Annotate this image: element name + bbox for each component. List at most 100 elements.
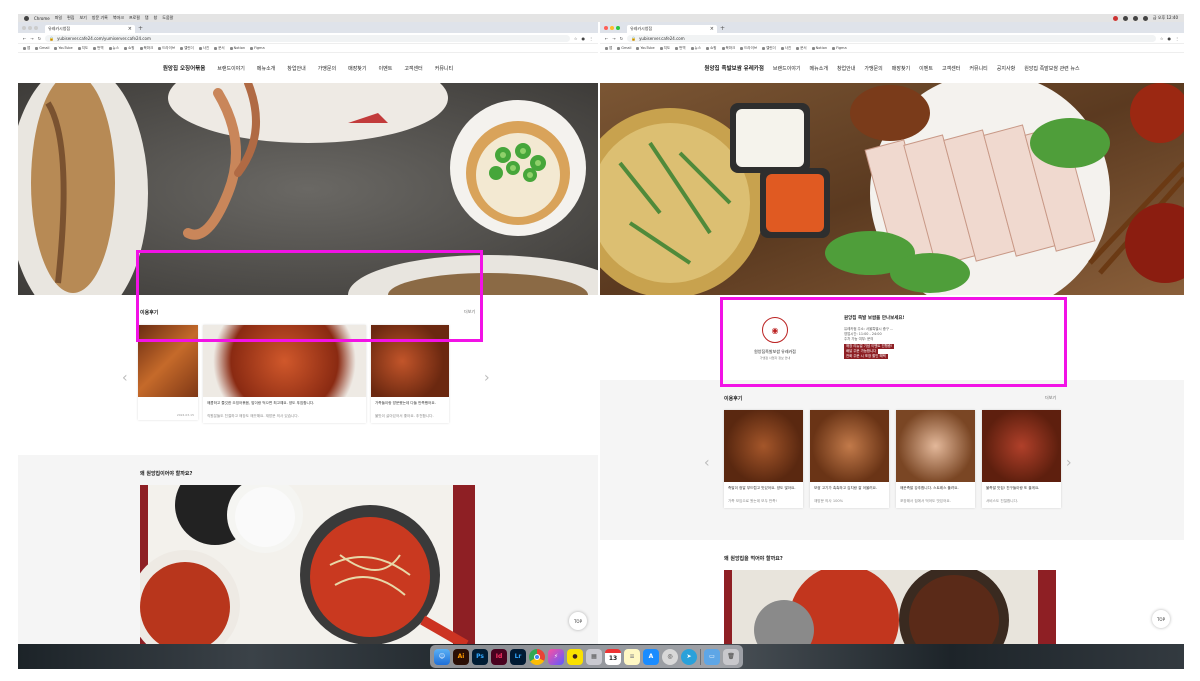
bookmark-item[interactable]: Figma (250, 46, 265, 50)
bookmark-item[interactable]: 쇼핑 (124, 46, 135, 51)
calendar-icon[interactable]: 13 (605, 648, 621, 665)
trash-icon[interactable]: 🗑 (723, 648, 739, 665)
menu-help[interactable]: 도움말 (162, 15, 173, 21)
address-bar[interactable]: 🔒 yubiserver.cafe24.com (627, 34, 1156, 42)
menu-edit[interactable]: 편집 (67, 15, 74, 21)
zoom-window-button[interactable] (616, 25, 620, 30)
scroll-top-button[interactable]: TOP (569, 612, 587, 630)
bookmark-item[interactable]: 드라이브 (158, 46, 175, 51)
bookmark-item[interactable]: 캘린더 (180, 46, 194, 51)
new-tab-button[interactable]: + (720, 25, 725, 33)
menu-bookmarks[interactable]: 북마크 (113, 15, 124, 21)
folder-icon[interactable]: ▭ (704, 648, 720, 665)
profile-icon[interactable]: ● (1168, 36, 1172, 41)
bookmark-item[interactable]: 캘린더 (762, 46, 776, 51)
nav-item[interactable]: 고객센터 (404, 65, 422, 72)
browser-tab[interactable]: 유레카시청점 × (627, 25, 717, 33)
nav-item[interactable]: 이벤트 (379, 65, 393, 72)
review-card[interactable]: 보쌈 고기가 촉촉하고 김치랑 잘 어울려요. 재방문 의사 100% (810, 410, 889, 508)
carousel-prev-icon[interactable]: ‹ (122, 371, 128, 385)
back-icon[interactable]: ← (605, 36, 608, 41)
bookmark-item[interactable]: YouTube (636, 46, 655, 50)
shortcuts-icon[interactable]: ⚡ (548, 648, 564, 665)
search-icon[interactable] (1142, 15, 1148, 21)
forward-icon[interactable]: → (612, 36, 615, 41)
address-bar[interactable]: 🔒 yubiserver.cafe24.com/yumiserver.cafe2… (45, 34, 570, 42)
menu-history[interactable]: 방문 기록 (92, 15, 108, 21)
browser-tab[interactable]: 유레카시청점 × (45, 25, 135, 33)
carousel-next-icon[interactable]: › (484, 371, 490, 385)
status-icon[interactable] (1112, 15, 1118, 21)
nav-item[interactable]: 고객센터 (942, 65, 960, 72)
bookmark-star-icon[interactable]: ☆ (574, 36, 578, 41)
forward-icon[interactable]: → (30, 36, 33, 41)
nav-item[interactable]: 커뮤니티 (969, 65, 987, 72)
menu-profile[interactable]: 프로필 (129, 15, 140, 21)
bookmark-item[interactable]: 문서 (796, 46, 807, 51)
nav-item[interactable]: 가맹문의 (864, 65, 882, 72)
kakaotalk-icon[interactable]: ● (567, 648, 583, 665)
nav-item[interactable]: 메뉴소개 (810, 65, 828, 72)
finder-icon[interactable]: ☺ (434, 648, 450, 665)
bookmark-item[interactable]: Gmail (617, 46, 631, 50)
menu-kebab-icon[interactable]: ⋮ (589, 36, 593, 41)
menu-app[interactable]: Chrome (34, 16, 50, 21)
close-tab-icon[interactable]: × (128, 26, 132, 32)
bookmark-item[interactable]: 앱 (605, 46, 612, 51)
back-icon[interactable]: ← (23, 36, 26, 41)
bookmark-item[interactable]: 드라이브 (740, 46, 757, 51)
apple-icon[interactable] (24, 15, 29, 21)
review-card[interactable]: 매운족발 강추합니다. 스트레스 풀려요. 포장해서 집에서 먹어도 맛있어요. (896, 410, 975, 508)
chrome-icon[interactable] (529, 648, 545, 665)
wifi-icon[interactable] (1122, 15, 1128, 21)
carousel-prev-icon[interactable]: ‹ (704, 456, 710, 470)
illustrator-icon[interactable]: Ai (453, 648, 469, 665)
notes-icon[interactable]: ≡ (624, 648, 640, 665)
close-window-button[interactable] (22, 25, 26, 30)
nav-item[interactable]: 공지사항 (997, 65, 1015, 72)
safari-icon[interactable]: ◎ (662, 648, 678, 665)
menu-kebab-icon[interactable]: ⋮ (1175, 36, 1179, 41)
zoom-window-button[interactable] (34, 25, 38, 30)
menu-view[interactable]: 보기 (79, 15, 86, 21)
bookmark-item[interactable]: 쇼핑 (706, 46, 717, 51)
reviews-more-link[interactable]: 더보기 (1045, 395, 1056, 402)
nav-item[interactable]: 브랜드이야기 (217, 65, 245, 72)
nav-item[interactable]: 커뮤니티 (435, 65, 453, 72)
nav-item[interactable]: 원앙집 족발보쌈 관련 뉴스 (1024, 65, 1079, 72)
bookmark-item[interactable]: 북마크 (721, 46, 735, 51)
bookmark-item[interactable]: 북마크 (139, 46, 153, 51)
bookmark-item[interactable]: 지도 (77, 46, 88, 51)
battery-icon[interactable] (1132, 15, 1138, 21)
nav-item[interactable]: 가맹문의 (318, 65, 336, 72)
bookmark-item[interactable]: YouTube (54, 46, 73, 50)
menu-tab[interactable]: 탭 (145, 15, 149, 21)
nav-item[interactable]: 메뉴소개 (257, 65, 275, 72)
review-card[interactable]: 불족발 맛집! 친구들이랑 또 올게요. 서비스도 친절합니다. (982, 410, 1061, 508)
bookmark-item[interactable]: 뉴스 (108, 46, 119, 51)
bookmark-item[interactable]: Notion (811, 46, 827, 50)
bookmark-item[interactable]: 번역 (93, 46, 104, 51)
review-card[interactable]: 족발이 정말 부드럽고 맛있어요. 양도 많아요. 가족 모임으로 왔는데 모두… (724, 410, 803, 508)
bookmark-star-icon[interactable]: ☆ (1160, 36, 1164, 41)
bookmark-item[interactable]: 번역 (675, 46, 686, 51)
site-brand[interactable]: 원앙집 오징어볶음 (163, 64, 205, 72)
nav-item[interactable]: 매장찾기 (348, 65, 366, 72)
bookmark-item[interactable]: Notion (229, 46, 245, 50)
minimize-window-button[interactable] (28, 25, 32, 30)
menu-window[interactable]: 창 (154, 15, 158, 21)
launchpad-icon[interactable]: ▦ (586, 648, 602, 665)
profile-icon[interactable]: ● (582, 36, 586, 41)
photoshop-icon[interactable]: Ps (472, 648, 488, 665)
bookmark-item[interactable]: 지도 (659, 46, 670, 51)
bookmark-item[interactable]: 뉴스 (690, 46, 701, 51)
menubar-clock[interactable]: 금 오후 12:40 (1153, 15, 1178, 21)
nav-item[interactable]: 매장찾기 (892, 65, 910, 72)
bookmark-item[interactable]: Figma (832, 46, 847, 50)
scroll-top-button[interactable]: TOP (1152, 610, 1170, 628)
close-window-button[interactable] (604, 25, 608, 30)
nav-item[interactable]: 창업안내 (287, 65, 305, 72)
bookmark-item[interactable]: Gmail (35, 46, 49, 50)
carousel-next-icon[interactable]: › (1066, 456, 1072, 470)
indesign-icon[interactable]: Id (491, 648, 507, 665)
